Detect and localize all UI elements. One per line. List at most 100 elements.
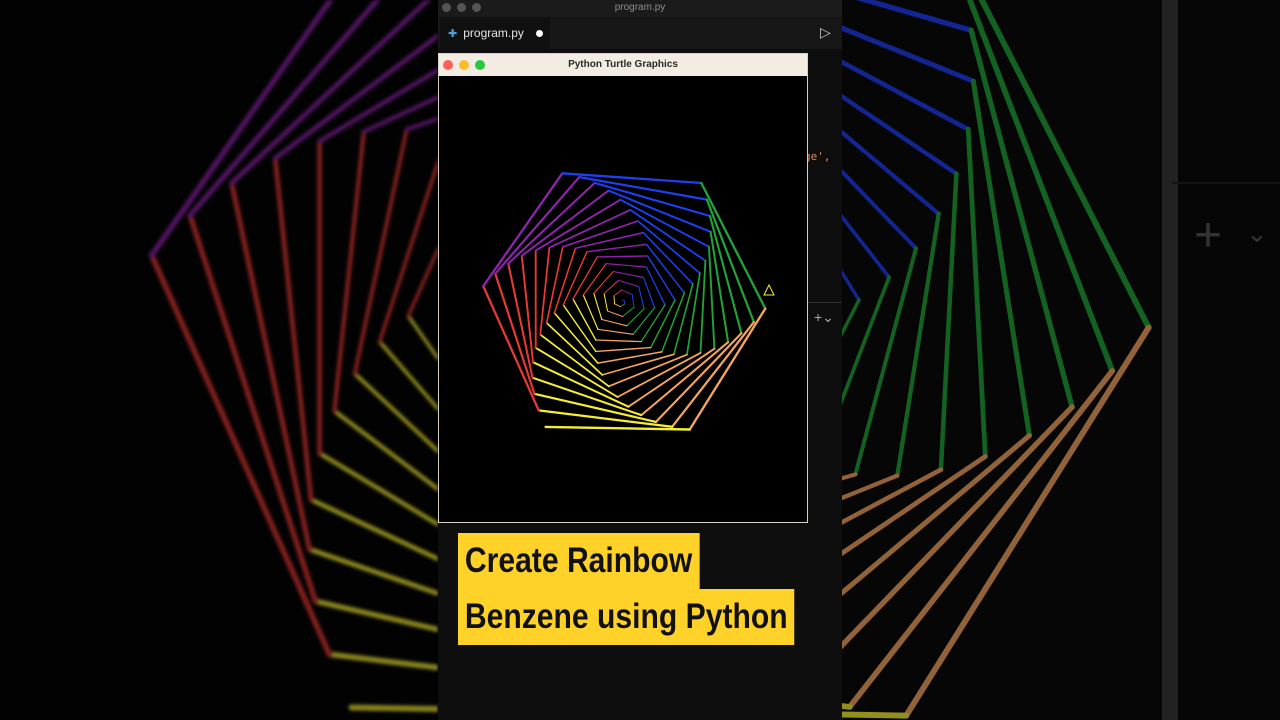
python-file-icon: ✚: [448, 27, 458, 40]
spiral-segment: [586, 243, 648, 253]
spiral-segment: [494, 175, 581, 275]
spiral-segment: [846, 368, 1116, 710]
background-spiral-left: [148, 0, 438, 712]
panel-divider: [808, 302, 842, 303]
spiral-segment: [607, 310, 624, 317]
spiral-segment: [965, 126, 988, 459]
turtle-window-controls: [443, 60, 485, 70]
editor-titlebar: program.py: [438, 0, 842, 17]
background-chevron-icon: ⌄: [1246, 218, 1268, 248]
spiral-segment: [705, 198, 756, 324]
spiral-segment: [895, 211, 941, 478]
background-spiral-right: [842, 0, 1152, 719]
background-left-panel: [0, 0, 438, 720]
spiral-segment: [617, 279, 640, 288]
spiral-segment: [229, 0, 432, 186]
maximize-icon[interactable]: [472, 3, 481, 12]
spiral-segment: [597, 351, 663, 364]
spiral-segment: [613, 289, 623, 297]
spiral-segment: [614, 303, 621, 308]
spiral-segment: [612, 270, 645, 278]
spiral-segment: [582, 262, 607, 296]
spiral-segment: [842, 473, 900, 501]
background-divider: [1172, 182, 1280, 184]
spiral-segment: [601, 318, 628, 327]
video-caption: Create Rainbow Benzene using Python: [458, 533, 849, 645]
spiral-segment: [631, 294, 635, 308]
spiral-segment: [317, 67, 438, 144]
spiral-segment: [332, 129, 366, 414]
spiral-segment: [627, 347, 716, 408]
background-right-panel: + ⌄: [842, 0, 1280, 720]
minimize-icon[interactable]: [457, 3, 466, 12]
spiral-segment: [842, 703, 853, 710]
close-icon[interactable]: [443, 60, 453, 70]
spiral-segment: [629, 208, 707, 262]
spiral-segment: [842, 472, 858, 481]
spiral-segment: [603, 293, 608, 312]
spiral-segment: [699, 259, 707, 354]
spiral-segment: [622, 306, 635, 317]
caption-line-2: Benzene using Python: [458, 589, 795, 645]
spiral-segment: [539, 246, 551, 336]
spiral-segment: [642, 276, 656, 309]
spiral-segment: [593, 181, 712, 218]
spiral-segment: [855, 0, 974, 33]
turtle-window-title: Python Turtle Graphics: [568, 59, 678, 70]
spiral-segment: [596, 255, 649, 258]
spiral-segment: [537, 409, 674, 428]
background-scrollbar: [1162, 0, 1178, 720]
spiral-segment: [595, 346, 652, 353]
spiral-segment: [272, 155, 314, 503]
tab-program-py[interactable]: ✚ program.py: [440, 17, 550, 49]
spiral-segment: [686, 272, 701, 356]
editor-window-controls: [442, 3, 481, 12]
spiral-segment: [938, 171, 959, 472]
turtle-graphics-window: Python Turtle Graphics: [438, 53, 808, 523]
spiral-segment: [968, 27, 1075, 410]
rainbow-benzene-drawing: [482, 172, 775, 431]
spiral-segment: [605, 262, 648, 268]
editor-window-title: program.py: [614, 2, 666, 13]
spiral-segment: [636, 220, 701, 274]
editor-tabbar: ✚ program.py ▷: [438, 17, 842, 49]
spiral-segment: [553, 247, 577, 314]
spiral-segment: [620, 303, 625, 308]
spiral-segment: [539, 333, 610, 388]
turtle-cursor-icon: [763, 283, 775, 296]
spiral-segment: [361, 94, 438, 135]
add-terminal-icon[interactable]: +⌄: [814, 309, 834, 326]
spiral-segment: [621, 289, 633, 295]
close-icon[interactable]: [442, 3, 451, 12]
spiral-segment: [148, 252, 333, 658]
turtle-canvas: [440, 77, 806, 521]
spiral-segment: [595, 339, 642, 343]
spiral-segment: [654, 332, 743, 423]
spiral-segment: [661, 292, 686, 353]
spiral-segment: [966, 0, 1116, 374]
spiral-segment: [348, 704, 438, 712]
turtle-window-titlebar: Python Turtle Graphics: [439, 54, 807, 76]
spiral-segment: [534, 346, 619, 398]
spiral-segment: [553, 312, 599, 364]
spiral-segment: [593, 292, 603, 321]
spiral-segment: [842, 404, 1075, 650]
unsaved-dot-icon: [535, 29, 543, 37]
spiral-segment: [632, 307, 656, 335]
spiral-segment: [645, 266, 666, 306]
caption-line-1: Create Rainbow: [458, 533, 700, 589]
background-plus-icon: +: [1194, 209, 1223, 262]
spiral-segment: [593, 270, 614, 294]
spiral-segment: [326, 651, 438, 671]
maximize-icon[interactable]: [475, 60, 485, 70]
spiral-segment: [548, 209, 632, 249]
spiral-segment: [482, 284, 540, 412]
spiral-segment: [597, 328, 634, 335]
minimize-icon[interactable]: [459, 60, 469, 70]
spiral-segment: [638, 286, 645, 310]
spiral-segment: [562, 250, 588, 306]
spiral-segment: [708, 245, 716, 350]
tab-label: program.py: [463, 26, 524, 40]
spiral-segment: [520, 254, 534, 364]
run-button[interactable]: ▷: [820, 24, 831, 41]
